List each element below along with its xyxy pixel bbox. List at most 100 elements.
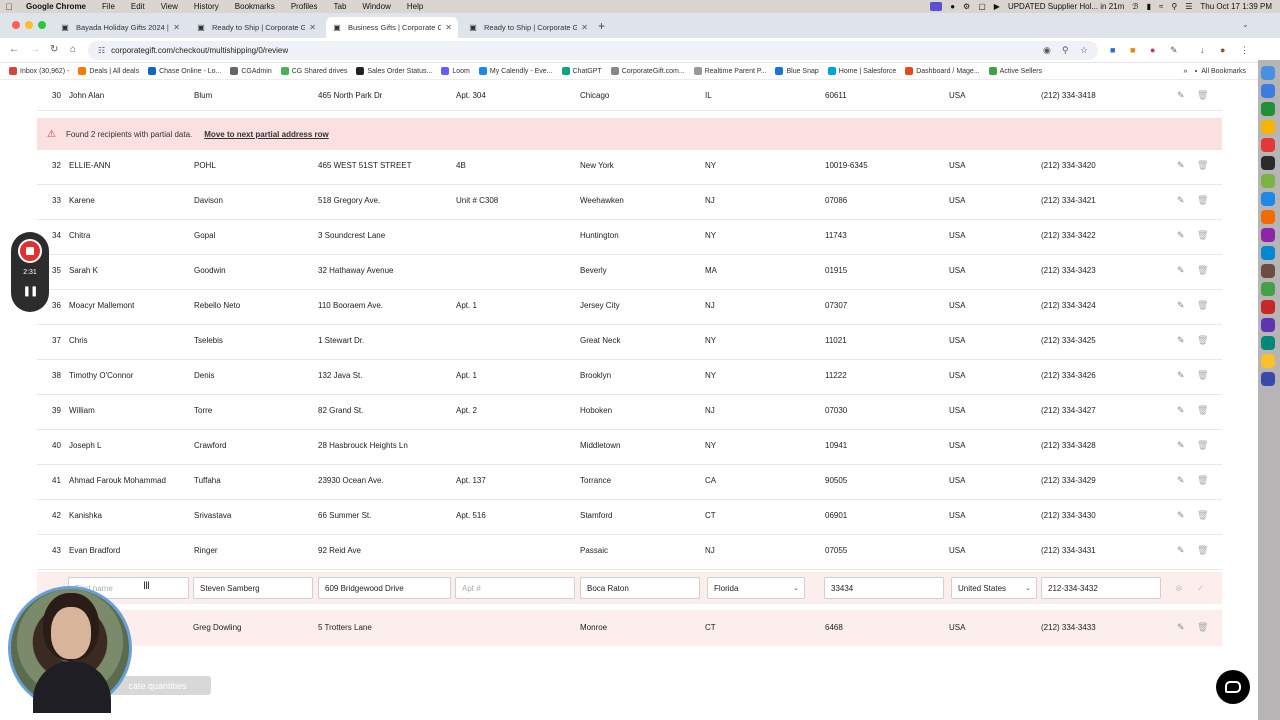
extension-icon[interactable]: ■ bbox=[1130, 45, 1135, 55]
menu-edit[interactable]: Edit bbox=[123, 2, 153, 11]
extension-icon[interactable]: ■ bbox=[1110, 45, 1115, 55]
pencil-icon[interactable]: ✎ bbox=[1177, 195, 1185, 206]
new-tab-icon[interactable]: + bbox=[598, 19, 605, 33]
close-tab-icon[interactable]: ✕ bbox=[309, 23, 316, 32]
pencil-icon[interactable]: ✎ bbox=[1177, 510, 1185, 521]
dock-app-icon[interactable] bbox=[1261, 282, 1275, 296]
menu-file[interactable]: File bbox=[94, 2, 123, 11]
status-app-icon[interactable] bbox=[930, 2, 943, 11]
pencil-icon[interactable]: ✎ bbox=[1177, 622, 1185, 633]
pencil-icon[interactable]: ✎ bbox=[1177, 405, 1185, 416]
bookmark-cgadmin[interactable]: CGAdmin bbox=[230, 67, 272, 75]
wifi-icon[interactable]: ≈ bbox=[1159, 2, 1163, 11]
pencil-icon[interactable]: ✎ bbox=[1177, 160, 1185, 171]
tab-ready-to-ship[interactable]: ▣ Ready to Ship | Corporate Gif ✕ bbox=[190, 17, 322, 38]
bookmark-sales-order[interactable]: Sales Order Status... bbox=[356, 67, 432, 75]
tab-search-chevron-icon[interactable]: ⌄ bbox=[1242, 20, 1249, 29]
gear-icon[interactable]: ⚙ bbox=[963, 2, 970, 11]
bookmark-corporategift[interactable]: CorporateGift.com... bbox=[610, 67, 685, 75]
trash-icon[interactable]: 🗑 bbox=[1197, 510, 1208, 521]
pencil-icon[interactable]: ✎ bbox=[1177, 370, 1185, 381]
bookmark-salesforce[interactable]: Home | Salesforce bbox=[827, 67, 896, 75]
pencil-icon[interactable]: ✎ bbox=[1177, 440, 1185, 451]
dock-app-icon[interactable] bbox=[1261, 300, 1275, 314]
pencil-icon[interactable]: ✎ bbox=[1177, 90, 1185, 101]
menu-help[interactable]: Help bbox=[399, 2, 431, 11]
site-info-icon[interactable]: ☷ bbox=[98, 46, 105, 55]
stop-recording-button[interactable] bbox=[18, 239, 42, 263]
menubar-clock[interactable]: Thu Oct 17 1:39 PM bbox=[1200, 2, 1272, 11]
bookmark-star-icon[interactable]: ☆ bbox=[1080, 45, 1088, 56]
move-to-next-partial-link[interactable]: Move to next partial address row bbox=[204, 130, 328, 139]
eye-off-icon[interactable]: ◉ bbox=[1043, 45, 1051, 56]
zoom-window-button[interactable] bbox=[38, 21, 46, 29]
forward-arrow-icon[interactable]: → bbox=[30, 44, 40, 55]
close-tab-icon[interactable]: ✕ bbox=[581, 23, 588, 32]
close-tab-icon[interactable]: ✕ bbox=[173, 23, 180, 32]
menu-bookmarks[interactable]: Bookmarks bbox=[227, 2, 283, 11]
dock-app-icon[interactable] bbox=[1261, 102, 1275, 116]
trash-icon[interactable]: 🗑 bbox=[1197, 300, 1208, 311]
dock-app-icon[interactable] bbox=[1261, 138, 1275, 152]
tab-bayada[interactable]: ▣ Bayada Holiday Gifts 2024 | C ✕ bbox=[54, 17, 186, 38]
bookmark-chatgpt[interactable]: ChatGPT bbox=[561, 67, 602, 75]
menu-window[interactable]: Window bbox=[354, 2, 398, 11]
profile-avatar-icon[interactable]: ● bbox=[1220, 45, 1225, 55]
extension-icon[interactable]: ● bbox=[1150, 45, 1155, 55]
city-input[interactable]: Boca Raton bbox=[580, 577, 700, 599]
download-icon[interactable]: ↓ bbox=[1200, 45, 1205, 55]
trash-icon[interactable]: 🗑 bbox=[1197, 230, 1208, 241]
pencil-icon[interactable]: ✎ bbox=[1177, 475, 1185, 486]
tab-ready-to-ship-2[interactable]: ▣ Ready to Ship | Corporate Gif ✕ bbox=[462, 17, 594, 38]
bookmark-realtime-parent[interactable]: Realtime Parent P... bbox=[693, 67, 766, 75]
bluetooth-icon[interactable]: ℬ bbox=[1132, 2, 1138, 11]
apple-icon[interactable]:  bbox=[0, 2, 18, 12]
home-icon[interactable]: ⌂ bbox=[70, 44, 76, 55]
extensions-puzzle-icon[interactable]: ✎ bbox=[1170, 45, 1178, 56]
last-name-input[interactable]: Steven Samberg bbox=[193, 577, 313, 599]
trash-icon[interactable]: 🗑 bbox=[1197, 90, 1208, 101]
address-url[interactable]: corporategift.com/checkout/multishipping… bbox=[111, 46, 288, 55]
confirm-edit-icon[interactable]: ✓ bbox=[1197, 583, 1205, 594]
menu-history[interactable]: History bbox=[186, 2, 227, 11]
bookmark-inbox[interactable]: Inbox (30,962) - bbox=[9, 67, 69, 75]
more-menu-icon[interactable]: ⋮ bbox=[1240, 45, 1249, 56]
battery-icon[interactable]: ▮ bbox=[1147, 2, 1151, 11]
dock-app-icon[interactable] bbox=[1261, 120, 1275, 134]
trash-icon[interactable]: 🗑 bbox=[1197, 475, 1208, 486]
dock-app-icon[interactable] bbox=[1261, 84, 1275, 98]
trash-icon[interactable]: 🗑 bbox=[1197, 405, 1208, 416]
dock-app-icon[interactable] bbox=[1261, 336, 1275, 350]
trash-icon[interactable]: 🗑 bbox=[1197, 440, 1208, 451]
bookmark-active-sellers[interactable]: Active Sellers bbox=[988, 67, 1042, 75]
menu-app-name[interactable]: Google Chrome bbox=[18, 2, 94, 11]
chat-support-button[interactable] bbox=[1216, 670, 1250, 704]
bookmark-chase[interactable]: Chase Online - Lo... bbox=[148, 67, 221, 75]
dock-app-icon[interactable] bbox=[1261, 246, 1275, 260]
dock-app-icon[interactable] bbox=[1261, 192, 1275, 206]
address-input[interactable]: 609 Bridgewood Drive bbox=[318, 577, 451, 599]
cancel-edit-icon[interactable]: ⊗ bbox=[1175, 583, 1183, 594]
dock-app-icon[interactable] bbox=[1261, 372, 1275, 386]
trash-icon[interactable]: 🗑 bbox=[1197, 195, 1208, 206]
control-center-icon[interactable]: ☰ bbox=[1185, 2, 1192, 11]
zoom-icon[interactable]: ⚲ bbox=[1062, 45, 1069, 56]
bookmark-deals[interactable]: Deals | All deals bbox=[78, 67, 139, 75]
close-tab-icon[interactable]: ✕ bbox=[445, 23, 452, 32]
pencil-icon[interactable]: ✎ bbox=[1177, 300, 1185, 311]
tab-business-gifts[interactable]: ▣ Business Gifts | Corporate Gif ✕ bbox=[326, 17, 458, 38]
zip-input[interactable]: 33434 bbox=[824, 577, 944, 599]
bookmark-dashboard[interactable]: Dashboard / Mage... bbox=[905, 67, 980, 75]
trash-icon[interactable]: 🗑 bbox=[1197, 335, 1208, 346]
status-icon-circle[interactable]: ● bbox=[950, 2, 955, 11]
bookmark-blue-snap[interactable]: Blue Snap bbox=[775, 67, 819, 75]
trash-icon[interactable]: 🗑 bbox=[1197, 265, 1208, 276]
dock-app-icon[interactable] bbox=[1261, 210, 1275, 224]
dock-app-icon[interactable] bbox=[1261, 174, 1275, 188]
trash-icon[interactable]: 🗑 bbox=[1197, 370, 1208, 381]
state-select[interactable]: Florida ⌄ bbox=[707, 577, 805, 599]
search-icon[interactable]: ⚲ bbox=[1171, 2, 1177, 11]
menu-profiles[interactable]: Profiles bbox=[283, 2, 326, 11]
menu-tab[interactable]: Tab bbox=[326, 2, 355, 11]
dock-app-icon[interactable] bbox=[1261, 318, 1275, 332]
